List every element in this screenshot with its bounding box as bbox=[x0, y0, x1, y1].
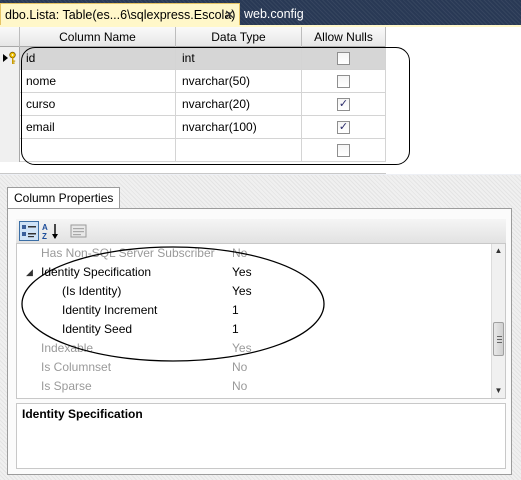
tab-column-properties[interactable]: Column Properties bbox=[7, 187, 120, 209]
property-value: Yes bbox=[232, 265, 252, 279]
property-name: (Is Identity) bbox=[62, 284, 122, 298]
allow-nulls-checkbox[interactable]: ✓ bbox=[337, 121, 350, 134]
allow-nulls-cell bbox=[302, 70, 386, 93]
tab-table-designer[interactable]: dbo.Lista: Table(es...6\sqlexpress.Escol… bbox=[0, 3, 240, 26]
scroll-down-icon[interactable]: ▼ bbox=[492, 384, 505, 398]
allow-nulls-cell bbox=[302, 139, 386, 162]
collapse-icon[interactable]: ◢ bbox=[26, 267, 33, 278]
row-selector[interactable] bbox=[0, 93, 20, 116]
property-value: Yes bbox=[232, 284, 252, 298]
sort-az-icon[interactable]: A Z bbox=[41, 221, 61, 241]
tab-web-config[interactable]: web.config bbox=[240, 3, 308, 26]
property-description-pane: Identity Specification bbox=[16, 403, 506, 469]
svg-text:Z: Z bbox=[42, 232, 47, 241]
property-row-identity-specification[interactable]: ◢ Identity Specification Yes bbox=[17, 263, 492, 282]
data-type-cell[interactable]: int bbox=[176, 47, 302, 70]
property-value: No bbox=[232, 360, 248, 374]
tab-web-config-label: web.config bbox=[244, 7, 304, 21]
close-icon[interactable]: ✕ bbox=[224, 7, 235, 23]
column-properties-panel: A Z Has Non-SQL Server Subscriber No ◢ I… bbox=[7, 208, 512, 475]
property-value: No bbox=[232, 246, 248, 260]
data-type-cell[interactable]: nvarchar(100) bbox=[176, 116, 302, 139]
row-selector[interactable] bbox=[0, 116, 20, 139]
table-row[interactable]: email nvarchar(100) ✓ bbox=[0, 116, 386, 139]
table-row[interactable]: nome nvarchar(50) bbox=[0, 70, 386, 93]
column-properties-area: Column Properties A Z Has Non-SQL Server… bbox=[0, 175, 521, 480]
allow-nulls-checkbox[interactable] bbox=[337, 52, 350, 65]
data-type-header[interactable]: Data Type bbox=[176, 27, 302, 47]
grid-empty-area bbox=[386, 27, 521, 174]
scroll-up-icon[interactable]: ▲ bbox=[492, 244, 505, 258]
row-selector[interactable] bbox=[0, 70, 20, 93]
property-row-has-non-sql-server-subscriber[interactable]: Has Non-SQL Server Subscriber No bbox=[17, 244, 492, 263]
grip-line bbox=[497, 339, 502, 340]
data-type-cell[interactable]: nvarchar(20) bbox=[176, 93, 302, 116]
property-row-identity-increment[interactable]: Identity Increment 1 bbox=[17, 301, 492, 320]
property-name: Identity Seed bbox=[62, 322, 133, 336]
property-value: 1 bbox=[232, 303, 239, 317]
row-selector[interactable] bbox=[0, 139, 20, 162]
grip-line bbox=[497, 336, 502, 337]
property-row-is-identity[interactable]: (Is Identity) Yes bbox=[17, 282, 492, 301]
property-name: Identity Increment bbox=[62, 303, 158, 317]
scrollbar-thumb[interactable] bbox=[493, 322, 504, 356]
allow-nulls-checkbox[interactable]: ✓ bbox=[337, 98, 350, 111]
property-row-identity-seed[interactable]: Identity Seed 1 bbox=[17, 320, 492, 339]
column-name-cell[interactable]: email bbox=[20, 116, 176, 139]
property-pages-icon[interactable] bbox=[69, 221, 89, 241]
property-name: Is Columnset bbox=[41, 360, 112, 374]
property-name: Identity Specification bbox=[41, 265, 152, 279]
property-row-is-sparse[interactable]: Is Sparse No bbox=[17, 377, 492, 396]
column-name-header[interactable]: Column Name bbox=[20, 27, 176, 47]
grip-line bbox=[497, 342, 502, 343]
property-row-is-columnset[interactable]: Is Columnset No bbox=[17, 358, 492, 377]
allow-nulls-checkbox[interactable] bbox=[337, 144, 350, 157]
row-selector-header[interactable] bbox=[0, 27, 20, 47]
table-designer-grid: Column Name Data Type Allow Nulls id int… bbox=[0, 27, 521, 174]
allow-nulls-cell: ✓ bbox=[302, 93, 386, 116]
table-row[interactable]: curso nvarchar(20) ✓ bbox=[0, 93, 386, 116]
property-name: Has Non-SQL Server Subscriber bbox=[41, 246, 215, 260]
property-value: 1 bbox=[232, 322, 239, 336]
data-type-cell[interactable]: nvarchar(50) bbox=[176, 70, 302, 93]
allow-nulls-cell: ✓ bbox=[302, 116, 386, 139]
primary-key-icon bbox=[3, 51, 16, 64]
description-title: Identity Specification bbox=[22, 407, 143, 421]
property-row-indexable[interactable]: Indexable Yes bbox=[17, 339, 492, 358]
property-grid: Has Non-SQL Server Subscriber No ◢ Ident… bbox=[16, 243, 506, 399]
tab-table-designer-label: dbo.Lista: Table(es...6\sqlexpress.Escol… bbox=[5, 8, 236, 22]
allow-nulls-checkbox[interactable] bbox=[337, 75, 350, 88]
property-name: Indexable bbox=[41, 341, 94, 355]
table-row-new[interactable] bbox=[0, 139, 386, 162]
column-name-cell[interactable]: id bbox=[20, 47, 176, 70]
property-value: Yes bbox=[232, 341, 252, 355]
svg-text:A: A bbox=[42, 223, 48, 232]
property-name: Is Sparse bbox=[41, 379, 92, 393]
table-row[interactable]: id int bbox=[0, 47, 386, 70]
categorized-icon[interactable] bbox=[19, 221, 39, 241]
grid-header: Column Name Data Type Allow Nulls bbox=[0, 27, 386, 47]
column-name-cell[interactable] bbox=[20, 139, 176, 162]
allow-nulls-header[interactable]: Allow Nulls bbox=[302, 27, 386, 47]
allow-nulls-cell bbox=[302, 47, 386, 70]
document-tab-strip: dbo.Lista: Table(es...6\sqlexpress.Escol… bbox=[0, 0, 521, 27]
column-name-cell[interactable]: curso bbox=[20, 93, 176, 116]
vertical-scrollbar[interactable]: ▲ ▼ bbox=[491, 244, 505, 398]
property-value: No bbox=[232, 379, 248, 393]
data-type-cell[interactable] bbox=[176, 139, 302, 162]
row-selector[interactable] bbox=[0, 47, 20, 70]
properties-toolbar: A Z bbox=[16, 219, 506, 243]
column-name-cell[interactable]: nome bbox=[20, 70, 176, 93]
